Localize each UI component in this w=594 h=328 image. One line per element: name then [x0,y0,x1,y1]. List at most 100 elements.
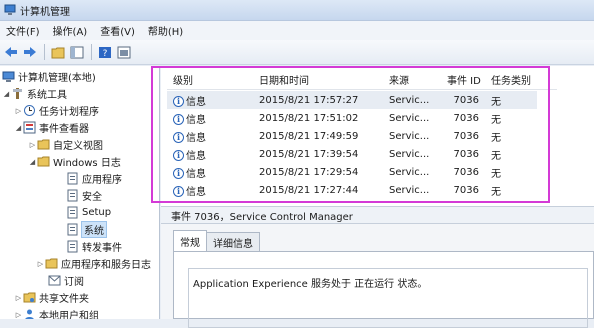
expanded-arrow-icon[interactable]: ◢ [28,158,37,166]
event-id: 7036 [453,184,479,196]
log-icon [66,223,79,236]
folder-icon [45,257,58,270]
info-icon: i [173,150,184,161]
tree-item-label: 订阅 [64,277,84,288]
event-id: 7036 [453,112,479,124]
tree-item-shared-folders[interactable]: ▷ 共享文件夹 [14,289,89,306]
expanded-arrow-icon[interactable]: ◢ [14,124,23,132]
expanded-arrow-icon[interactable]: ◢ [2,90,11,98]
toolbar-separator [44,44,45,60]
toolbar: ? [0,40,594,65]
event-row[interactable]: i 信息 2015/8/21 17:29:54 Servic... 7036 无 [167,163,537,181]
event-row[interactable]: i 信息 2015/8/21 17:49:59 Servic... 7036 无 [167,127,537,145]
column-header-date[interactable]: 日期和时间 [253,72,383,87]
folder-icon [37,155,50,168]
event-level: 信息 [186,186,206,198]
tree-item-label: 转发事件 [82,243,122,254]
tree-item-event-viewer[interactable]: ◢ 事件查看器 [14,119,89,136]
event-date: 2015/8/21 17:57:27 [259,94,359,106]
event-level: 信息 [186,114,206,126]
tree-item-root[interactable]: 计算机管理(本地) [2,68,96,85]
tree-item-windows-logs[interactable]: ◢ Windows 日志 [28,153,121,170]
event-id: 7036 [453,166,479,178]
log-icon [66,240,79,253]
tree-item-setup[interactable]: Setup [66,204,111,221]
tree-item-local-users[interactable]: ▷ 本地用户和组 [14,306,99,319]
event-row[interactable]: i 信息 2015/8/21 17:27:44 Servic... 7036 无 [167,181,537,199]
console-tree-icon[interactable] [68,43,86,61]
tree-item-forwarded-events[interactable]: 转发事件 [66,238,122,255]
console-tree: 计算机管理(本地) ◢ 系统工具 ▷ 任务计划程序 ◢ 事件查看器 ▷ 自定义视… [0,66,160,319]
event-level: 信息 [186,132,206,144]
column-header-level[interactable]: 级别 [167,72,253,87]
event-date: 2015/8/21 17:49:59 [259,130,359,142]
collapsed-arrow-icon[interactable]: ▷ [14,294,23,302]
tree-item-app-service-logs[interactable]: ▷ 应用程序和服务日志 [36,255,151,272]
menu-file[interactable]: 文件(F) [4,22,42,39]
menu-action[interactable]: 操作(A) [51,22,90,39]
menu-view[interactable]: 查看(V) [98,22,137,39]
event-row[interactable]: i 信息 2015/8/21 17:57:27 Servic... 7036 无 [167,91,537,109]
event-row[interactable]: i 信息 2015/8/21 17:39:54 Servic... 7036 无 [167,145,537,163]
computer-icon [2,70,15,83]
event-detail-pane: 常规 详细信息 Application Experience 服务处于 正在运行… [161,224,594,328]
tree-item-custom-views[interactable]: ▷ 自定义视图 [28,136,103,153]
tree-item-label: 安全 [82,192,102,203]
shared-folder-icon [23,291,36,304]
tree-item-label: 本地用户和组 [39,311,99,319]
tree-item-label: Windows 日志 [53,158,121,169]
tab-general[interactable]: 常规 [173,230,207,251]
folder-icon[interactable] [49,43,67,61]
tree-item-label: 自定义视图 [53,141,103,152]
panel-icon[interactable] [115,43,133,61]
event-id: 7036 [453,94,479,106]
tree-item-system-tools[interactable]: ◢ 系统工具 [2,85,67,102]
tree-item-label: 应用程序和服务日志 [61,260,151,271]
log-icon [66,172,79,185]
tools-icon [11,87,24,100]
event-description: Application Experience 服务处于 正在运行 状态。 [188,268,588,328]
tree-item-label: 共享文件夹 [39,294,89,305]
event-row[interactable]: i 信息 2015/8/21 17:51:02 Servic... 7036 无 [167,109,537,127]
column-header-source[interactable]: 来源 [383,72,441,87]
event-category: 无 [491,132,501,144]
event-level: 信息 [186,150,206,162]
tree-item-application[interactable]: 应用程序 [66,170,122,187]
event-source: Servic... [389,184,430,196]
tab-panel-general: Application Experience 服务处于 正在运行 状态。 [173,251,594,328]
menu-help[interactable]: 帮助(H) [146,22,185,39]
event-category: 无 [491,96,501,108]
info-icon: i [173,96,184,107]
info-icon: i [173,168,184,179]
collapsed-arrow-icon[interactable]: ▷ [14,107,23,115]
tree-item-task-scheduler[interactable]: ▷ 任务计划程序 [14,102,99,119]
menu-bar: 文件(F) 操作(A) 查看(V) 帮助(H) [0,21,594,40]
tab-details[interactable]: 详细信息 [206,232,260,251]
column-header-category[interactable]: 任务类别 [485,72,537,87]
event-date: 2015/8/21 17:29:54 [259,166,359,178]
computer-management-icon [4,4,16,15]
collapsed-arrow-icon[interactable]: ▷ [14,311,23,319]
event-category: 无 [491,114,501,126]
back-icon[interactable] [2,43,20,61]
title-bar: 计算机管理 [0,0,594,21]
tree-item-label: 应用程序 [82,175,122,186]
event-date: 2015/8/21 17:39:54 [259,148,359,160]
clock-icon [23,104,36,117]
forward-icon[interactable] [21,43,39,61]
tree-item-label: 系统 [81,221,107,238]
event-detail-title: 事件 7036，Service Control Manager [161,206,594,224]
log-icon [66,189,79,202]
tree-item-system[interactable]: 系统 [66,221,107,238]
collapsed-arrow-icon[interactable]: ▷ [36,260,45,268]
tree-item-security[interactable]: 安全 [66,187,102,204]
column-header-event-id[interactable]: 事件 ID [441,72,485,87]
collapsed-arrow-icon[interactable]: ▷ [28,141,37,149]
detail-tabs: 常规 详细信息 [173,230,260,251]
help-icon[interactable]: ? [96,43,114,61]
tree-item-subscriptions[interactable]: 订阅 [48,272,84,289]
folder-icon [37,138,50,151]
event-source: Servic... [389,112,430,124]
tree-item-label: 计算机管理(本地) [18,73,96,84]
svg-text:?: ? [103,49,108,59]
